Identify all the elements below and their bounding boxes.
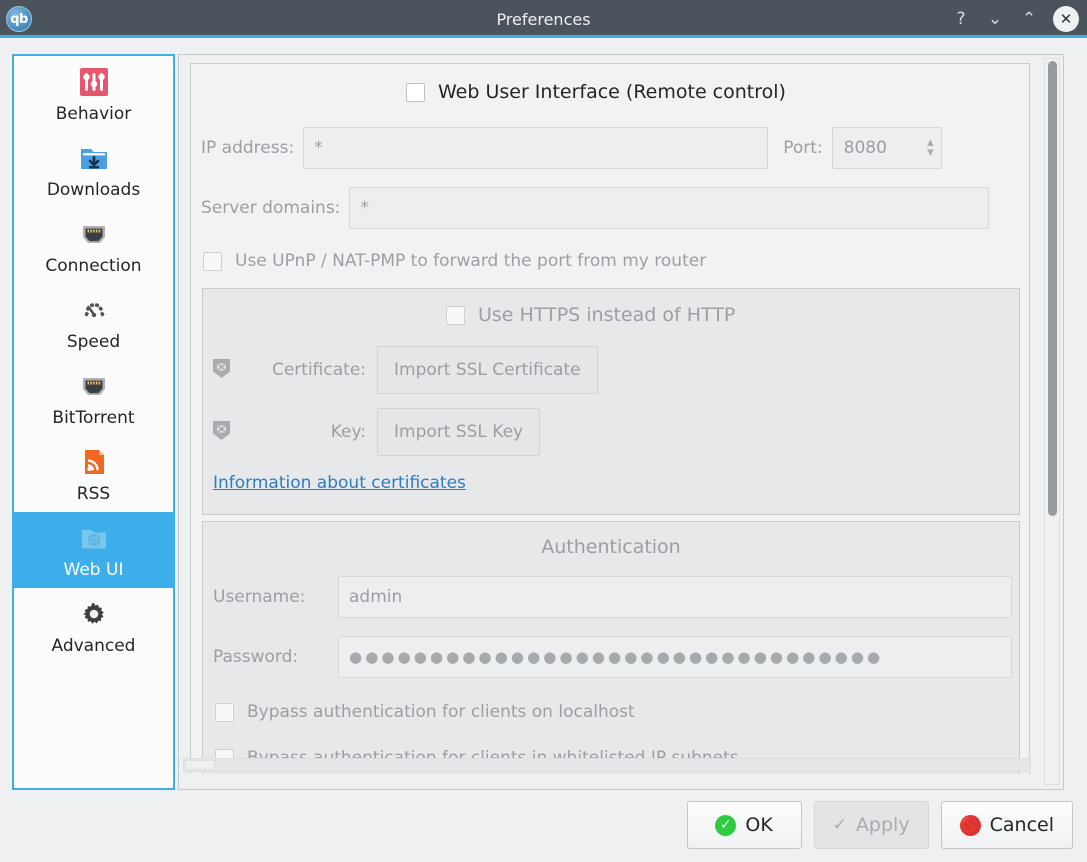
webui-settings-scroll-area: Web User Interface (Remote control) IP a… — [180, 56, 1042, 774]
dialog-body: Behavior Downloads Connection Speed BitT… — [0, 41, 1087, 862]
port-value: 8080 — [843, 138, 887, 158]
speedometer-icon — [74, 290, 114, 330]
check-circle-icon: ✓ — [715, 814, 737, 836]
ip-address-label: IP address: — [201, 138, 295, 158]
bypass-localhost-checkbox[interactable] — [215, 702, 234, 722]
authentication-group: Authentication Username: admin Password:… — [202, 521, 1020, 774]
sidebar-item-label: Behavior — [55, 104, 132, 124]
password-input[interactable]: ●●●●●●●●●●●●●●●●●●●●●●●●●●●●●●●●● — [338, 636, 1012, 678]
enable-webui-checkbox[interactable] — [406, 82, 425, 102]
dialog-button-bar: ✓ OK ✓ Apply 🚫 Cancel — [686, 801, 1073, 849]
preferences-content-panel: Web User Interface (Remote control) IP a… — [178, 54, 1064, 790]
key-shield-icon — [211, 419, 232, 446]
network-port-icon — [74, 214, 114, 254]
bypass-localhost-row[interactable]: Bypass authentication for clients on loc… — [215, 702, 635, 722]
title-bar: qb Preferences ? ⌄ ⌃ ✕ — [0, 0, 1087, 38]
password-masked-value: ●●●●●●●●●●●●●●●●●●●●●●●●●●●●●●●●● — [349, 647, 884, 666]
logo-text: qb — [10, 11, 28, 27]
sliders-icon — [74, 62, 114, 102]
apply-button[interactable]: ✓ Apply — [813, 801, 929, 849]
web-user-interface-group: Web User Interface (Remote control) IP a… — [190, 63, 1030, 774]
close-icon[interactable]: ✕ — [1053, 6, 1079, 32]
bypass-localhost-label: Bypass authentication for clients on loc… — [247, 702, 635, 722]
server-domains-row: Server domains: * — [201, 187, 1021, 229]
preferences-sidebar: Behavior Downloads Connection Speed BitT… — [12, 54, 175, 790]
upnp-checkbox[interactable] — [203, 251, 222, 271]
sidebar-item-label: BitTorrent — [52, 408, 135, 428]
port-label: Port: — [783, 138, 823, 158]
chevron-up-icon[interactable]: ⌃ — [1019, 9, 1039, 29]
sidebar-item-web-ui[interactable]: Web UI — [14, 512, 173, 588]
sidebar-item-connection[interactable]: Connection — [14, 208, 173, 284]
webui-folder-icon — [74, 518, 114, 558]
certificate-label: Certificate: — [271, 360, 366, 380]
gear-icon — [74, 594, 114, 634]
port-spinbox[interactable]: 8080 ▴ ▾ — [831, 127, 942, 169]
horizontal-scrollbar-thumb[interactable] — [185, 760, 215, 770]
information-about-certificates-link[interactable]: Information about certificates — [213, 473, 466, 493]
import-ssl-certificate-button[interactable]: Import SSL Certificate — [377, 346, 598, 394]
key-row: Key: Import SSL Key — [211, 408, 541, 456]
username-row: Username: admin — [213, 576, 1012, 618]
https-group: Use HTTPS instead of HTTP Certificate: I… — [202, 288, 1020, 515]
check-icon: ✓ — [832, 815, 847, 835]
use-https-label: Use HTTPS instead of HTTP — [478, 304, 736, 326]
prohibition-icon: 🚫 — [959, 814, 981, 836]
cancel-button-label: Cancel — [989, 814, 1054, 836]
sidebar-item-label: Web UI — [63, 560, 124, 580]
horizontal-scrollbar[interactable] — [183, 758, 1031, 772]
key-label: Key: — [330, 422, 366, 442]
use-https-row[interactable]: Use HTTPS instead of HTTP — [446, 304, 735, 326]
chevron-down-icon[interactable]: ⌄ — [985, 9, 1005, 29]
username-input[interactable]: admin — [338, 576, 1012, 618]
ok-button-label: OK — [745, 814, 773, 836]
enable-webui-label: Web User Interface (Remote control) — [438, 81, 786, 103]
sidebar-item-label: Speed — [66, 332, 121, 352]
password-label: Password: — [213, 647, 299, 667]
enable-webui-row[interactable]: Web User Interface (Remote control) — [406, 81, 786, 103]
qbittorrent-logo-icon: qb — [6, 6, 32, 32]
import-ssl-key-button[interactable]: Import SSL Key — [377, 408, 541, 456]
window-controls: ? ⌄ ⌃ ✕ — [951, 0, 1081, 38]
certificate-shield-icon — [211, 357, 232, 384]
sidebar-item-label: RSS — [76, 484, 111, 504]
ip-address-row: IP address: * Port: 8080 ▴ ▾ — [201, 127, 1021, 169]
sidebar-item-speed[interactable]: Speed — [14, 284, 173, 360]
sidebar-item-bittorrent[interactable]: BitTorrent — [14, 360, 173, 436]
sidebar-item-label: Downloads — [46, 180, 141, 200]
use-https-checkbox[interactable] — [446, 305, 465, 325]
ip-address-input[interactable]: * — [303, 127, 769, 169]
server-domains-label: Server domains: — [201, 198, 341, 218]
spinner-arrows-icon[interactable]: ▴ ▾ — [927, 136, 934, 158]
sidebar-item-advanced[interactable]: Advanced — [14, 588, 173, 664]
password-row: Password: ●●●●●●●●●●●●●●●●●●●●●●●●●●●●●●… — [213, 636, 1012, 678]
network-port-icon — [74, 366, 114, 406]
cancel-button[interactable]: 🚫 Cancel — [940, 801, 1073, 849]
help-icon[interactable]: ? — [951, 9, 971, 29]
sidebar-item-behavior[interactable]: Behavior — [14, 56, 173, 132]
download-folder-icon — [74, 138, 114, 178]
vertical-scrollbar-thumb[interactable] — [1048, 61, 1057, 516]
vertical-scrollbar[interactable] — [1044, 58, 1060, 785]
authentication-title: Authentication — [541, 536, 681, 558]
sidebar-item-rss[interactable]: RSS — [14, 436, 173, 512]
sidebar-item-label: Advanced — [51, 636, 136, 656]
server-domains-input[interactable]: * — [349, 187, 990, 229]
certificate-row: Certificate: Import SSL Certificate — [211, 346, 598, 394]
username-label: Username: — [213, 587, 306, 607]
upnp-label: Use UPnP / NAT-PMP to forward the port f… — [235, 251, 707, 271]
ok-button[interactable]: ✓ OK — [686, 801, 802, 849]
apply-button-label: Apply — [855, 814, 910, 836]
upnp-row[interactable]: Use UPnP / NAT-PMP to forward the port f… — [203, 251, 706, 271]
sidebar-item-label: Connection — [45, 256, 142, 276]
rss-feed-icon — [74, 442, 114, 482]
window-title: Preferences — [496, 9, 591, 29]
sidebar-item-downloads[interactable]: Downloads — [14, 132, 173, 208]
